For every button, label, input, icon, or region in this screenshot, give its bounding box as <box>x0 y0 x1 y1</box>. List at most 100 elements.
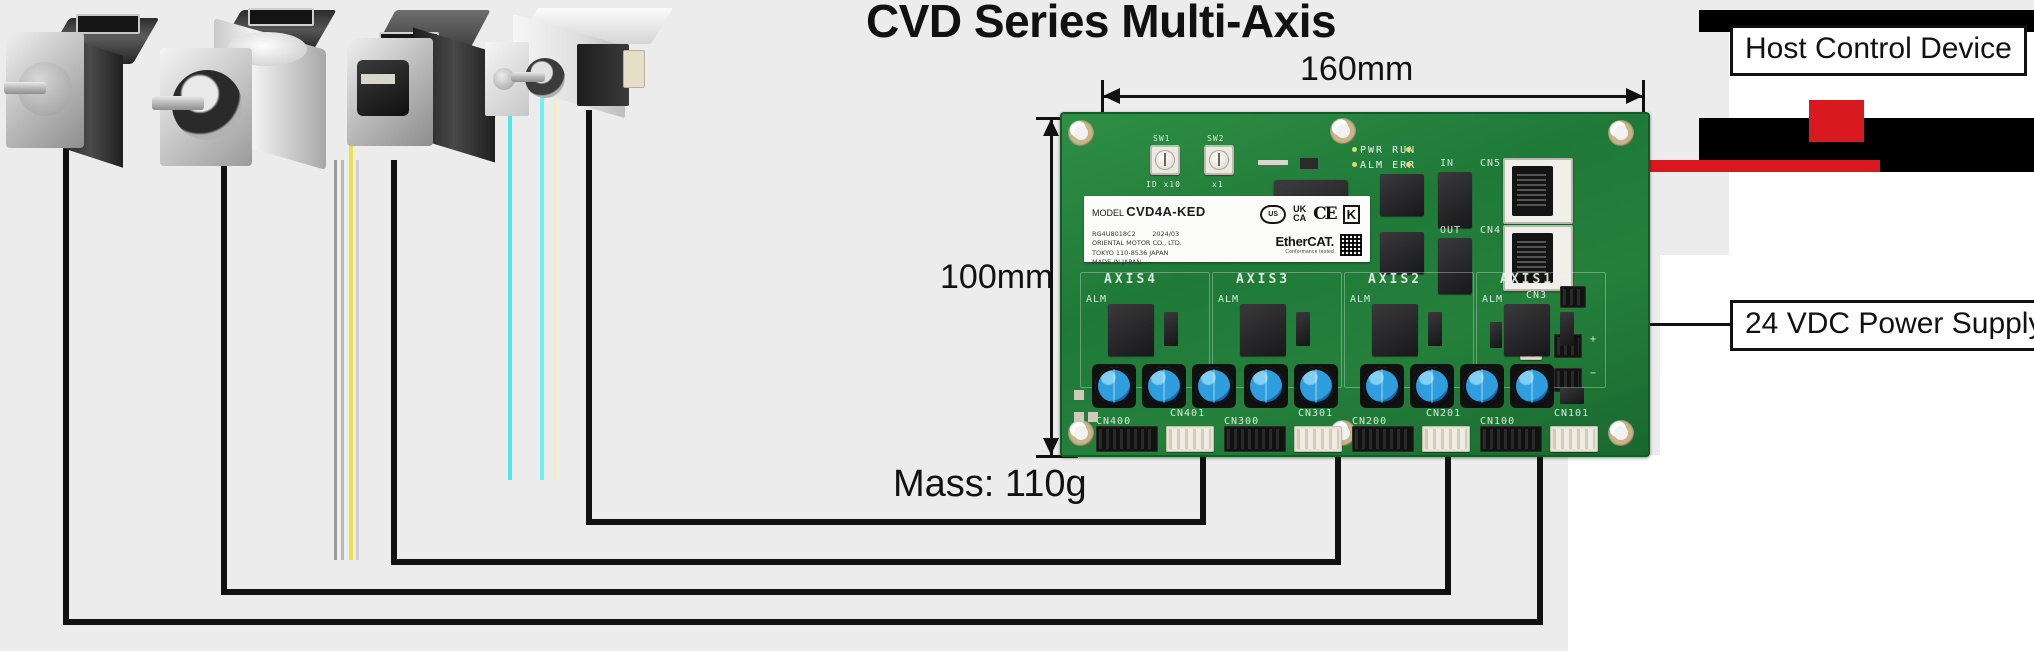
label-model-value: CVD4A-KED <box>1126 204 1206 219</box>
ul-mark-icon: US <box>1260 204 1287 224</box>
ukca-bottom: CA <box>1293 213 1307 223</box>
motor3-encoder <box>357 60 409 116</box>
mounting-hole-br <box>1608 420 1634 446</box>
alarm-label-3: ALM <box>1218 294 1240 305</box>
ethercat-name: EtherCAT. <box>1275 234 1335 249</box>
axis-label-3: AXIS3 <box>1236 272 1291 287</box>
cable-motor-3-up <box>1335 455 1341 565</box>
ribbon-gray-1 <box>334 160 337 560</box>
mounting-hole-tc <box>1330 118 1356 144</box>
driver-ic-axis1 <box>1500 304 1554 356</box>
figure-canvas: CVD Series Multi-Axis Host Control Devic… <box>0 0 2034 651</box>
smd-component-3 <box>1560 388 1584 404</box>
capacitor-6 <box>1363 367 1401 405</box>
fet-axis4 <box>1164 312 1178 346</box>
switch-label-sw1: SW1 <box>1153 134 1171 143</box>
label-model-prefix: MODEL <box>1092 208 1124 218</box>
dim-label-width: 160mm <box>1300 50 1414 88</box>
led-err <box>1406 162 1411 167</box>
connector-label-cn401: CN401 <box>1170 408 1206 419</box>
port-connector-cn4: CN4 <box>1480 225 1502 236</box>
actuator-connector <box>623 50 645 88</box>
label-address-block: RG4U8018C2 2024/03 ORIENTAL MOTOR CO., L… <box>1092 230 1182 267</box>
connector-cn301[interactable] <box>1294 426 1342 452</box>
mounting-hole-tl <box>1068 120 1094 146</box>
axis-label-4: AXIS4 <box>1104 272 1159 287</box>
capacitor-3 <box>1195 367 1233 405</box>
alarm-label-4: ALM <box>1086 294 1108 305</box>
ce-mark-icon: CE <box>1313 204 1337 224</box>
capacitor-7 <box>1413 367 1451 405</box>
test-pad-1 <box>1074 412 1084 422</box>
connector-cn200[interactable] <box>1352 426 1414 452</box>
connector-label-cn301: CN301 <box>1298 408 1334 419</box>
rj45-port-in[interactable] <box>1503 158 1573 224</box>
cable-motor-4-run <box>586 519 1206 525</box>
driver-board-cvd4a-ked[interactable]: SW1 SW2 ID x10 x1 PWR RUN ALM ERR ST IN … <box>1060 112 1650 457</box>
mounting-hole-tr <box>1608 120 1634 146</box>
connector-cn201[interactable] <box>1422 426 1470 452</box>
connector-cn401[interactable] <box>1166 426 1214 452</box>
ukca-mark-icon: UK CA <box>1293 205 1307 223</box>
test-pad-2 <box>1074 390 1084 400</box>
dim-label-height: 100mm <box>940 258 1054 296</box>
port-direction-out: OUT <box>1440 225 1462 236</box>
driver-ic-axis4 <box>1104 304 1158 356</box>
port-direction-in: IN <box>1440 158 1455 169</box>
connector-cn101[interactable] <box>1550 426 1598 452</box>
page-title: CVD Series Multi-Axis <box>866 0 1337 47</box>
capacitor-4 <box>1247 367 1285 405</box>
cable-motor-1-up <box>1537 455 1543 625</box>
connector-cn300[interactable] <box>1224 426 1286 452</box>
resistor-array-1 <box>1258 160 1288 165</box>
cable-motor-1 <box>63 125 69 625</box>
rotary-switch-sw2[interactable] <box>1204 145 1234 175</box>
dim-arrow-up <box>1043 119 1059 136</box>
actuator-shaft <box>511 72 545 82</box>
mass-label: Mass: 110g <box>893 463 1087 505</box>
label-certification-marks: US UK CA CE K <box>1260 204 1360 224</box>
white-fill-lower-right <box>1568 455 2034 651</box>
dim-line-width <box>1103 95 1643 98</box>
rotary-switch-sw1[interactable] <box>1150 145 1180 175</box>
motor2-connector <box>248 8 314 26</box>
motor1-connector <box>76 14 140 34</box>
callout-power-label: 24 VDC Power Supply <box>1745 307 2034 340</box>
callout-host-control-device[interactable]: Host Control Device <box>1730 25 2027 76</box>
motor3-encoder-connector <box>361 74 395 84</box>
switch-caption-sw2: x1 <box>1212 180 1224 189</box>
driver-ic-axis3 <box>1236 304 1290 356</box>
connector-cn100[interactable] <box>1480 426 1542 452</box>
dim-arrow-right <box>1626 88 1643 104</box>
product-label: MODEL CVD4A-KED RG4U8018C2 2024/03 ORIEN… <box>1084 196 1370 266</box>
ribbon-gray-3 <box>356 160 359 560</box>
cable-motor-3 <box>391 160 397 565</box>
led-run <box>1406 147 1411 152</box>
cable-motor-4 <box>586 110 592 525</box>
product-linear-actuator-slide <box>485 6 685 136</box>
product-stepper-motor-standard <box>4 14 174 174</box>
fet-axis1 <box>1560 312 1574 346</box>
ethercat-logo: EtherCAT. Conformance tested <box>1275 234 1335 255</box>
ribbon-gray-2 <box>341 160 344 560</box>
connector-cn400[interactable] <box>1096 426 1158 452</box>
capacitor-9 <box>1513 367 1551 405</box>
cable-motor-2-up <box>1445 455 1451 595</box>
ethernet-magnetics-1 <box>1434 172 1476 228</box>
fet-axis2 <box>1428 312 1442 346</box>
cable-motor-2 <box>221 140 227 595</box>
capacitor-5 <box>1297 367 1335 405</box>
phy-chip-2 <box>1376 232 1428 274</box>
alarm-label-1: ALM <box>1482 294 1504 305</box>
smd-component-2 <box>1490 322 1502 348</box>
led-pwr <box>1352 147 1357 152</box>
connector-label-cn101: CN101 <box>1554 408 1590 419</box>
cable-motor-2-run <box>221 589 1451 595</box>
motor2-shaft <box>152 96 204 110</box>
axis-label-2: AXIS2 <box>1368 272 1423 287</box>
callout-power-supply[interactable]: 24 VDC Power Supply <box>1730 300 2034 351</box>
ethercat-sub: Conformance tested <box>1285 249 1334 255</box>
ks-mark-icon: K <box>1342 204 1360 224</box>
capacitor-2 <box>1145 367 1183 405</box>
cable-motor-1-run <box>63 619 1543 625</box>
